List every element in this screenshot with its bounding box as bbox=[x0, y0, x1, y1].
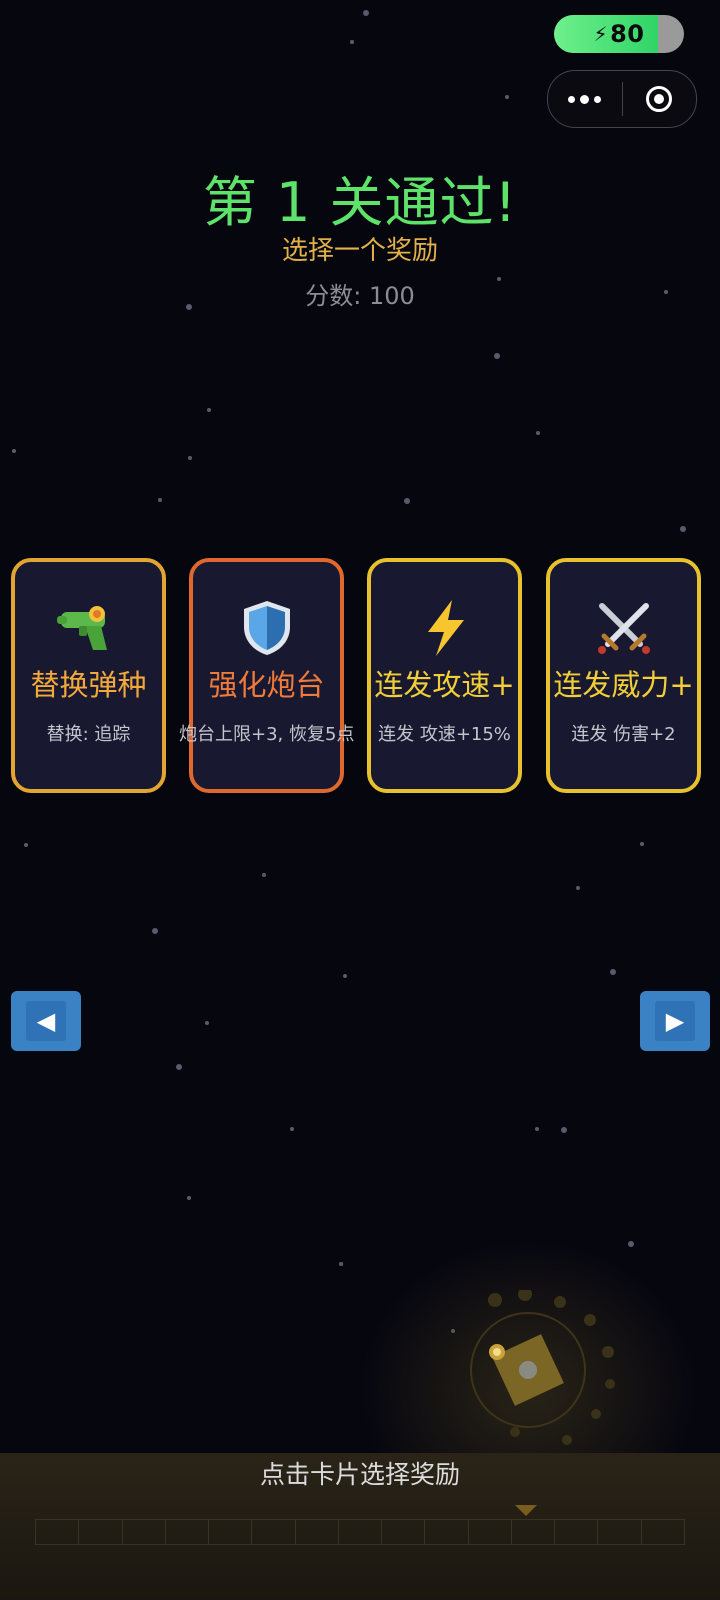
track-cell bbox=[469, 1520, 512, 1544]
arrow-right-icon: ▶ bbox=[665, 1007, 685, 1035]
card-name: 替换弹种 bbox=[30, 668, 147, 702]
star bbox=[628, 1241, 634, 1247]
card-description: 连发 攻速+15% bbox=[378, 724, 511, 745]
star bbox=[188, 456, 192, 460]
star bbox=[187, 1196, 191, 1200]
reward-card-fire-rate[interactable]: 连发攻速+ 连发 攻速+15% bbox=[367, 558, 522, 793]
star bbox=[205, 1021, 209, 1025]
star bbox=[290, 1127, 294, 1131]
progress-track bbox=[35, 1519, 685, 1545]
next-page-button[interactable]: ▶ bbox=[640, 991, 710, 1051]
arrow-left-icon: ◀ bbox=[36, 1007, 56, 1035]
more-dots-icon bbox=[568, 94, 602, 104]
track-cell bbox=[79, 1520, 123, 1544]
star bbox=[158, 498, 162, 502]
star bbox=[207, 408, 211, 412]
track-cell bbox=[512, 1520, 556, 1544]
level-clear-title: 第 1 关通过! bbox=[202, 171, 518, 234]
track-cell bbox=[555, 1520, 599, 1544]
star bbox=[680, 526, 686, 532]
track-cell bbox=[36, 1520, 80, 1544]
reward-card-fire-power[interactable]: 连发威力+ 连发 伤害+2 bbox=[546, 558, 701, 793]
position-marker-icon bbox=[515, 1505, 537, 1516]
turret-sprite bbox=[470, 1290, 615, 1445]
star bbox=[343, 974, 347, 978]
miniprogram-capsule bbox=[547, 70, 697, 128]
star bbox=[561, 1127, 567, 1133]
track-cell bbox=[598, 1520, 642, 1544]
star bbox=[640, 842, 644, 846]
track-cell bbox=[382, 1520, 426, 1544]
star bbox=[535, 1127, 539, 1131]
track-cell bbox=[296, 1520, 339, 1544]
star bbox=[12, 449, 16, 453]
star bbox=[152, 928, 158, 934]
shield-icon bbox=[193, 598, 340, 658]
score-text: 分数: 100 bbox=[305, 282, 415, 310]
star bbox=[610, 969, 616, 975]
prev-page-button[interactable]: ◀ bbox=[11, 991, 81, 1051]
star bbox=[262, 873, 266, 877]
target-circle-icon bbox=[646, 86, 673, 112]
star bbox=[404, 498, 410, 504]
battery-indicator: ⚡ 80 bbox=[554, 15, 684, 53]
star bbox=[176, 1064, 182, 1070]
star bbox=[536, 431, 540, 435]
card-name: 强化炮台 bbox=[208, 668, 325, 702]
choose-reward-subtitle: 选择一个奖励 bbox=[281, 236, 438, 266]
card-description: 连发 伤害+2 bbox=[571, 724, 676, 745]
track-cell bbox=[166, 1520, 210, 1544]
card-description: 炮台上限+3, 恢复5点 bbox=[179, 724, 355, 745]
card-name: 连发攻速+ bbox=[374, 668, 515, 702]
lightning-icon bbox=[371, 598, 518, 658]
star bbox=[494, 353, 500, 359]
track-cell bbox=[209, 1520, 253, 1544]
track-cell bbox=[425, 1520, 469, 1544]
lightning-bolt-icon: ⚡ bbox=[593, 22, 609, 46]
track-cell bbox=[642, 1520, 684, 1544]
star bbox=[505, 95, 509, 99]
reward-card-replace-ammo[interactable]: 替换弹种 替换: 追踪 bbox=[11, 558, 166, 793]
card-description: 替换: 追踪 bbox=[46, 724, 131, 745]
battery-value: 80 bbox=[610, 20, 645, 48]
track-cell bbox=[123, 1520, 166, 1544]
star bbox=[576, 886, 580, 890]
star bbox=[24, 843, 28, 847]
star bbox=[339, 1262, 343, 1266]
track-cell bbox=[339, 1520, 383, 1544]
card-name: 连发威力+ bbox=[553, 668, 694, 702]
close-miniprogram-button[interactable] bbox=[623, 71, 697, 127]
tap-card-hint: 点击卡片选择奖励 bbox=[259, 1460, 460, 1489]
star bbox=[363, 10, 369, 16]
star bbox=[350, 40, 354, 44]
water-gun-icon bbox=[15, 598, 162, 658]
crossed-swords-icon bbox=[550, 598, 697, 658]
track-cell bbox=[252, 1520, 296, 1544]
more-button[interactable] bbox=[548, 71, 622, 127]
reward-card-fortify-turret[interactable]: 强化炮台 炮台上限+3, 恢复5点 bbox=[179, 558, 354, 793]
